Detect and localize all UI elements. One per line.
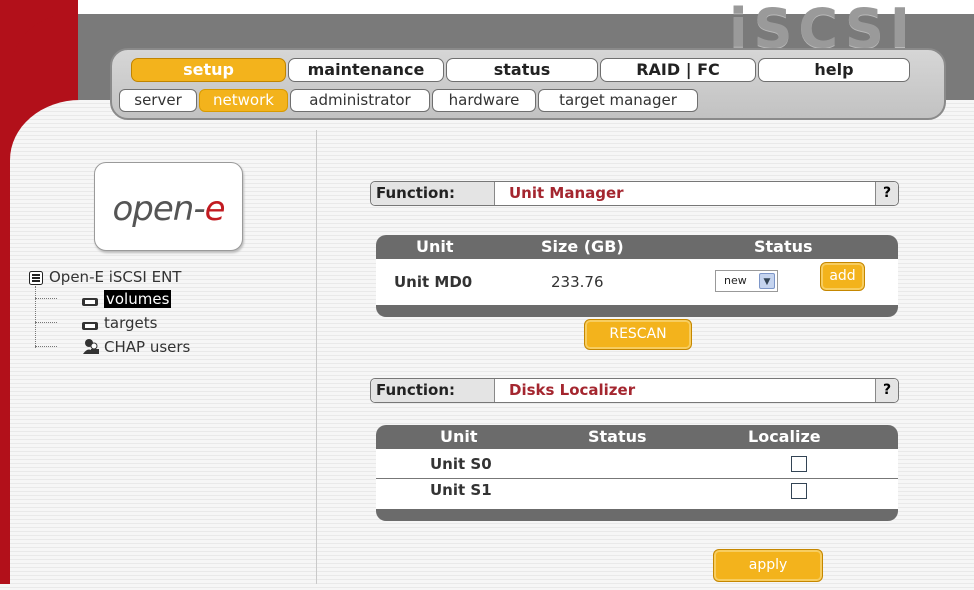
unit-name: Unit MD0 xyxy=(394,273,473,291)
column-header-status: Status xyxy=(588,427,647,446)
column-header-unit: Unit xyxy=(416,237,454,256)
function-bar-unit-manager: Function: Unit Manager ? xyxy=(370,181,899,206)
table-header: Unit Status Localize xyxy=(376,425,898,449)
tree-item-volumes[interactable]: volumes xyxy=(104,290,172,308)
tab-maintenance[interactable]: maintenance xyxy=(288,58,444,82)
subtab-administrator[interactable]: administrator xyxy=(290,89,430,112)
column-header-localize: Localize xyxy=(748,427,821,446)
tab-raid-fc[interactable]: RAID | FC xyxy=(600,58,756,82)
add-button[interactable]: add xyxy=(820,262,865,291)
unit-size: 233.76 xyxy=(551,273,604,291)
server-icon xyxy=(29,270,43,285)
tab-setup[interactable]: setup xyxy=(131,58,286,82)
subtab-server[interactable]: server xyxy=(119,89,197,112)
function-label: Function: xyxy=(371,379,495,402)
tree-connector xyxy=(35,286,36,348)
column-header-status: Status xyxy=(754,237,813,256)
localize-checkbox[interactable] xyxy=(791,456,807,472)
apply-button[interactable]: apply xyxy=(713,549,823,582)
drive-icon xyxy=(81,317,99,336)
tree-connector xyxy=(35,322,57,323)
row-divider xyxy=(376,478,898,479)
function-name: Unit Manager xyxy=(509,184,624,202)
column-divider xyxy=(316,130,317,584)
help-button[interactable]: ? xyxy=(875,182,898,205)
localize-checkbox[interactable] xyxy=(791,483,807,499)
subtab-hardware[interactable]: hardware xyxy=(432,89,536,112)
column-header-size: Size (GB) xyxy=(541,237,624,256)
table-footer xyxy=(376,305,898,317)
column-header-unit: Unit xyxy=(440,427,478,446)
tree-item-targets[interactable]: targets xyxy=(104,314,157,332)
unit-name: Unit S1 xyxy=(430,481,492,499)
rescan-button[interactable]: RESCAN xyxy=(584,319,692,350)
subtab-target-manager[interactable]: target manager xyxy=(538,89,698,112)
help-button[interactable]: ? xyxy=(875,379,898,402)
status-select[interactable]: new ▼ xyxy=(715,270,778,292)
function-bar-disks-localizer: Function: Disks Localizer ? xyxy=(370,378,899,403)
unit-manager-table: Unit Size (GB) Status Unit MD0 233.76 ne… xyxy=(376,235,898,317)
tree-connector xyxy=(35,346,57,347)
tree-connector xyxy=(35,298,57,299)
disks-localizer-table: Unit Status Localize Unit S0 Unit S1 xyxy=(376,425,898,521)
open-e-logo: open-e xyxy=(94,162,243,251)
chevron-down-icon[interactable]: ▼ xyxy=(759,273,775,289)
table-header: Unit Size (GB) Status xyxy=(376,235,898,259)
subtab-network[interactable]: network xyxy=(199,89,288,112)
drive-icon xyxy=(81,293,99,312)
function-label: Function: xyxy=(371,182,495,205)
tree-item-chap-users[interactable]: CHAP users xyxy=(104,338,190,356)
tree-root-label[interactable]: Open-E iSCSI ENT xyxy=(49,268,181,286)
logo-text: open-e xyxy=(112,189,225,229)
tab-help[interactable]: help xyxy=(758,58,910,82)
unit-name: Unit S0 xyxy=(430,455,492,473)
users-icon xyxy=(82,337,100,359)
tab-status[interactable]: status xyxy=(446,58,598,82)
status-select-value: new xyxy=(724,274,747,287)
function-name: Disks Localizer xyxy=(509,381,636,399)
table-footer xyxy=(376,509,898,521)
